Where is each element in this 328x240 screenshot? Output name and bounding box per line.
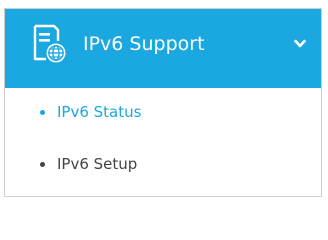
chevron-down-icon[interactable]: [294, 39, 306, 49]
submenu-item-label: IPv6 Setup: [57, 155, 138, 173]
network-globe-icon: [33, 24, 66, 63]
submenu-item-ipv6-setup[interactable]: IPv6 Setup: [5, 140, 321, 192]
submenu-item-ipv6-status[interactable]: IPv6 Status: [5, 88, 321, 140]
ipv6-support-menu: IPv6 Support IPv6 Status IPv6 Setup: [4, 8, 322, 197]
ipv6-support-menu-header[interactable]: IPv6 Support: [5, 9, 321, 88]
menu-header-title: IPv6 Support: [83, 33, 205, 55]
bullet-icon: [40, 110, 45, 115]
bullet-icon: [40, 162, 45, 167]
ipv6-submenu: IPv6 Status IPv6 Setup: [5, 88, 321, 192]
submenu-item-label: IPv6 Status: [57, 103, 142, 121]
